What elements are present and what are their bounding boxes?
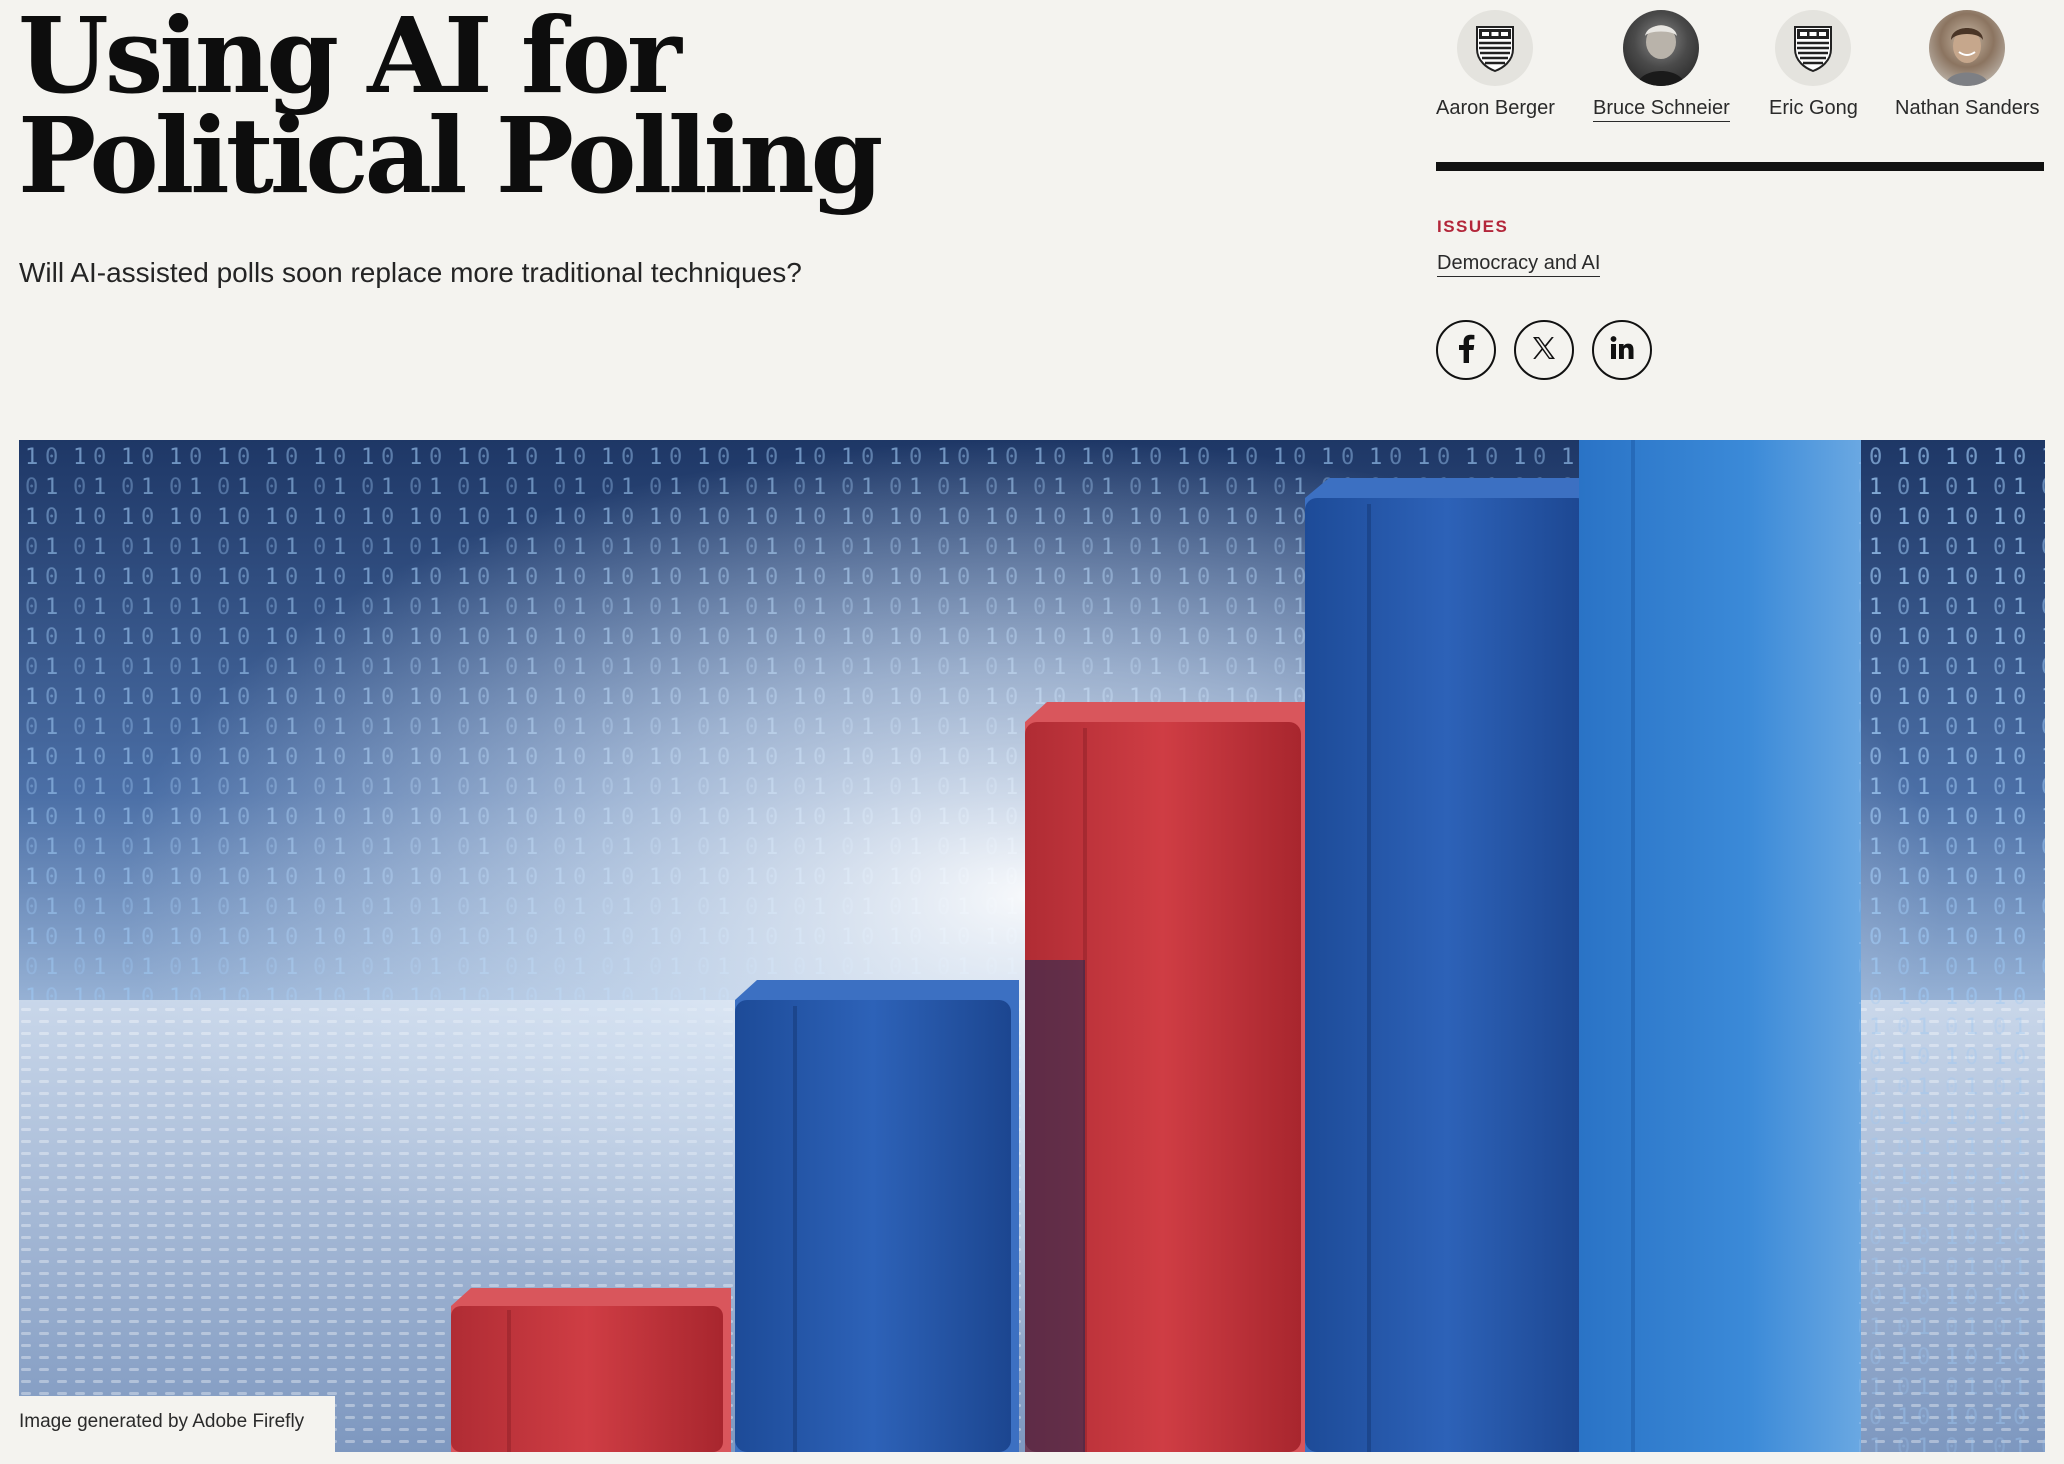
author-name: Aaron Berger [1436, 97, 1555, 119]
article-title: Using AI for Political Polling [18, 0, 883, 217]
author-nathan-sanders[interactable]: Nathan Sanders [1895, 10, 2040, 120]
facebook-icon [1455, 333, 1477, 368]
author-list: Aaron Berger Bruce Schneier Eric Gong Na… [1436, 10, 2046, 122]
issues-label: ISSUES [1437, 217, 1509, 236]
author-photo [1623, 10, 1700, 86]
author-bruce-schneier[interactable]: Bruce Schneier [1593, 10, 1730, 122]
author-name: Nathan Sanders [1895, 97, 2040, 119]
linkedin-icon [1609, 335, 1635, 366]
author-photo [1929, 10, 2006, 86]
author-eric-gong[interactable]: Eric Gong [1769, 10, 1858, 120]
article-page: Using AI for Political Polling Will AI-a… [0, 0, 2064, 1464]
issue-link-democracy-and-ai[interactable]: Democracy and AI [1437, 250, 1601, 277]
share-buttons [1436, 320, 1652, 380]
article-dek: Will AI-assisted polls soon replace more… [19, 257, 802, 288]
hero-image: 1 0 0 1 [19, 440, 2045, 1452]
sidebar-divider [1436, 162, 2044, 171]
shield-icon [1775, 10, 1852, 86]
shield-icon [1457, 10, 1534, 86]
author-aaron-berger[interactable]: Aaron Berger [1436, 10, 1555, 120]
share-facebook-button[interactable] [1436, 320, 1496, 380]
bar-graph-illustration: 1 0 0 1 [19, 440, 2045, 1452]
author-name: Eric Gong [1769, 97, 1858, 119]
author-name: Bruce Schneier [1593, 96, 1730, 122]
share-linkedin-button[interactable] [1592, 320, 1652, 380]
x-icon [1531, 335, 1557, 366]
share-x-button[interactable] [1514, 320, 1574, 380]
hero-caption: Image generated by Adobe Firefly [19, 1396, 335, 1452]
